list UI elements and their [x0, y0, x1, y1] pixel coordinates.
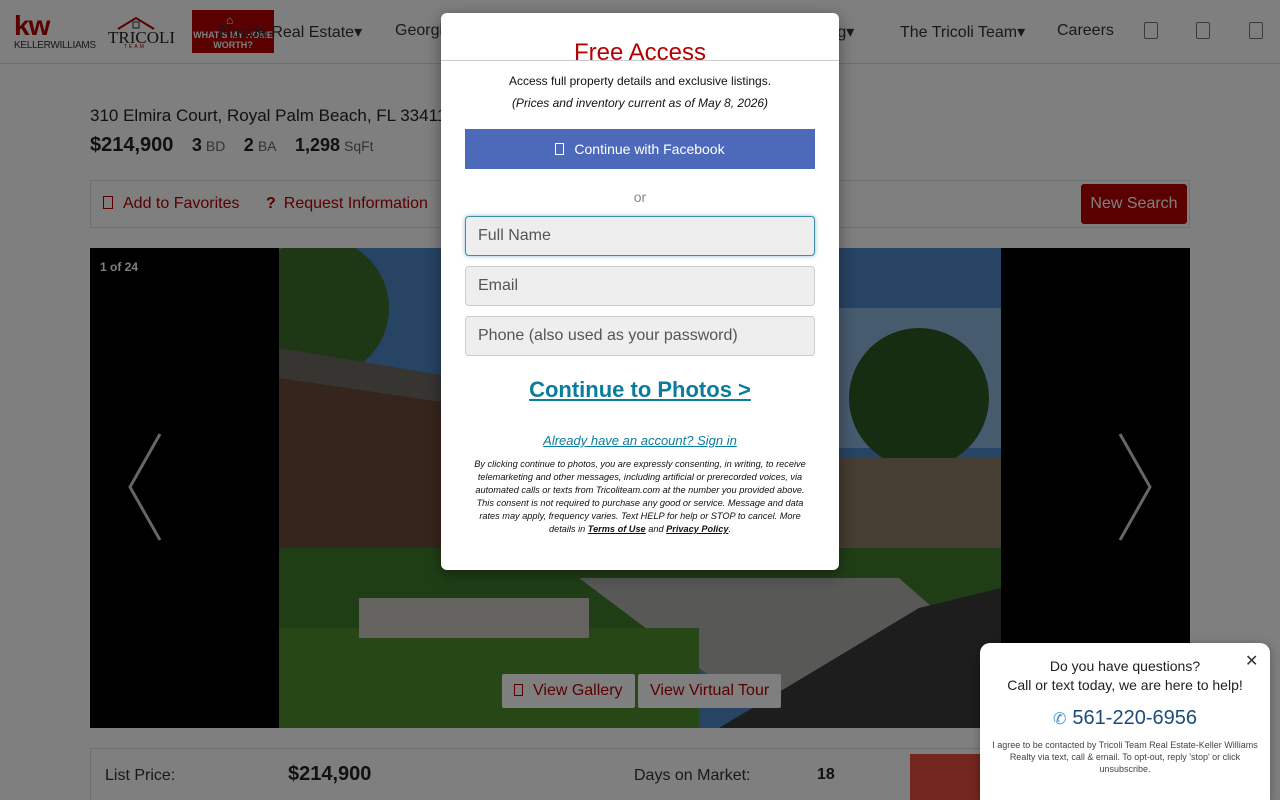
modal-title: Free Access: [573, 39, 707, 66]
chat-phone-link[interactable]: ✆ 561-220-6956: [980, 707, 1270, 730]
sign-in-link[interactable]: Already have an account? Sign in: [441, 433, 839, 448]
privacy-policy-link[interactable]: Privacy Policy: [666, 524, 728, 534]
chat-disclaimer: I agree to be contacted by Tricoli Team …: [992, 740, 1258, 774]
consent-period: .: [728, 524, 732, 534]
phone-icon: ✆: [1053, 711, 1067, 728]
consent-and: and: [648, 524, 664, 534]
modal-divider: [441, 60, 839, 61]
modal-note: (Prices and inventory current as of May …: [511, 96, 769, 110]
or-separator: or: [633, 189, 647, 205]
continue-with-facebook-button[interactable]: Continue with Facebook: [465, 129, 815, 169]
facebook-button-label: Continue with Facebook: [574, 141, 725, 157]
chat-subtitle: Call or text today, we are here to help!: [1007, 677, 1243, 693]
chat-question: Do you have questions?: [1049, 658, 1201, 674]
full-name-field[interactable]: [465, 216, 815, 256]
modal-subtitle: Access full property details and exclusi…: [508, 74, 772, 88]
facebook-icon: [555, 143, 565, 155]
phone-field[interactable]: [465, 316, 815, 356]
continue-to-photos-link[interactable]: Continue to Photos >: [441, 377, 839, 403]
consent-text: By clicking continue to photos, you are …: [474, 459, 806, 534]
contact-chat-widget: ✕ Do you have questions? Call or text to…: [980, 643, 1270, 800]
email-field[interactable]: [465, 266, 815, 306]
consent-disclaimer: By clicking continue to photos, you are …: [467, 458, 813, 536]
chat-phone-number: 561-220-6956: [1072, 707, 1197, 729]
terms-of-use-link[interactable]: Terms of Use: [588, 524, 646, 534]
free-access-modal: Free Access Access full property details…: [441, 13, 839, 570]
